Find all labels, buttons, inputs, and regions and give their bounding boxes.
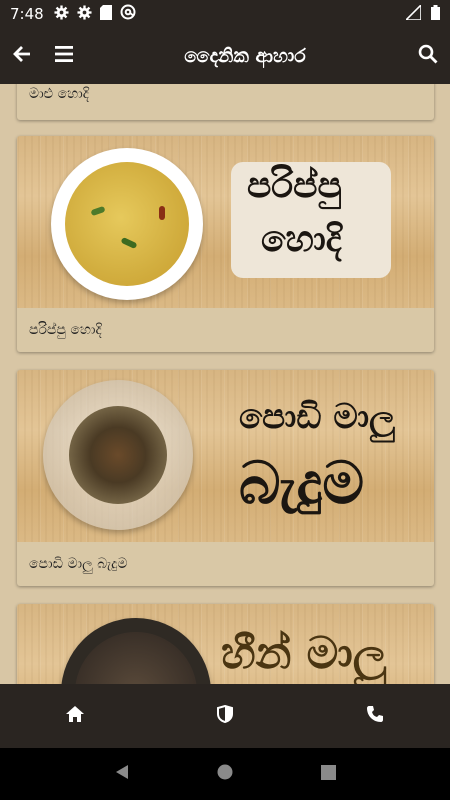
menu-button[interactable]: [44, 45, 84, 67]
arrow-left-icon: [12, 44, 32, 68]
battery-icon: [431, 4, 440, 24]
image-title-line-2: හොදි: [261, 219, 342, 260]
nav-home-button[interactable]: [45, 705, 105, 727]
gear-icon: [77, 4, 92, 24]
gear-icon: [54, 4, 69, 24]
home-icon: [65, 705, 85, 727]
back-triangle-icon[interactable]: [114, 764, 130, 784]
hamburger-icon: [54, 45, 74, 67]
recipe-card[interactable]: පරිප්පු හොදි පරිප්පු හොදි: [17, 136, 434, 352]
bottom-nav: [0, 684, 450, 748]
curry-plate-image: [51, 148, 203, 300]
image-title-line-1: පොඩි මාලු: [239, 397, 395, 437]
fried-fish-bowl-image: [43, 380, 193, 530]
system-nav-bar: [0, 748, 450, 800]
recipe-image: හීන් මාලු: [17, 604, 434, 684]
shield-icon: [217, 704, 233, 727]
recipe-image: පොඩි මාලු බැදුම: [17, 370, 434, 542]
recipe-card[interactable]: පොඩි මාලු බැදුම පොඩි මාලු බැදුම: [17, 370, 434, 586]
nav-shield-button[interactable]: [195, 704, 255, 727]
phone-icon: [366, 705, 384, 727]
status-bar: 7:48: [0, 0, 450, 28]
search-icon: [418, 44, 438, 68]
status-system-icons: [404, 2, 440, 24]
recipe-image: පරිප්පු හොදි: [17, 136, 434, 308]
home-circle-icon[interactable]: [217, 764, 233, 784]
back-button[interactable]: [0, 44, 44, 68]
recipe-title: මාළු හොදි: [29, 86, 89, 102]
sd-card-icon: [99, 4, 112, 24]
recipe-title: පරිප්පු හොදි: [29, 322, 102, 338]
status-time: 7:48: [10, 5, 44, 23]
recents-square-icon[interactable]: [321, 764, 337, 784]
image-title-line-1: පරිප්පු: [247, 165, 342, 206]
at-sign-icon: [120, 4, 136, 24]
recipe-list[interactable]: මාළු හොදි පරිප්පු හොදි පරිප්පු හොදි පොඩි…: [0, 84, 450, 684]
recipe-title: පොඩි මාලු බැදුම: [29, 556, 128, 572]
signal-icon: [404, 2, 422, 24]
nav-phone-button[interactable]: [345, 705, 405, 727]
recipe-card[interactable]: මාළු හොදි: [17, 84, 434, 120]
page-title: දෛනික ආහාර: [184, 45, 306, 67]
clay-pot-image: [61, 618, 211, 684]
search-button[interactable]: [406, 44, 450, 68]
image-title-line-1: හීන් මාලු: [221, 628, 387, 679]
status-notification-icons: [54, 4, 136, 24]
image-title-line-2: බැදුම: [239, 449, 365, 517]
app-bar: දෛනික ආහාර: [0, 28, 450, 84]
recipe-card[interactable]: හීන් මාලු: [17, 604, 434, 684]
